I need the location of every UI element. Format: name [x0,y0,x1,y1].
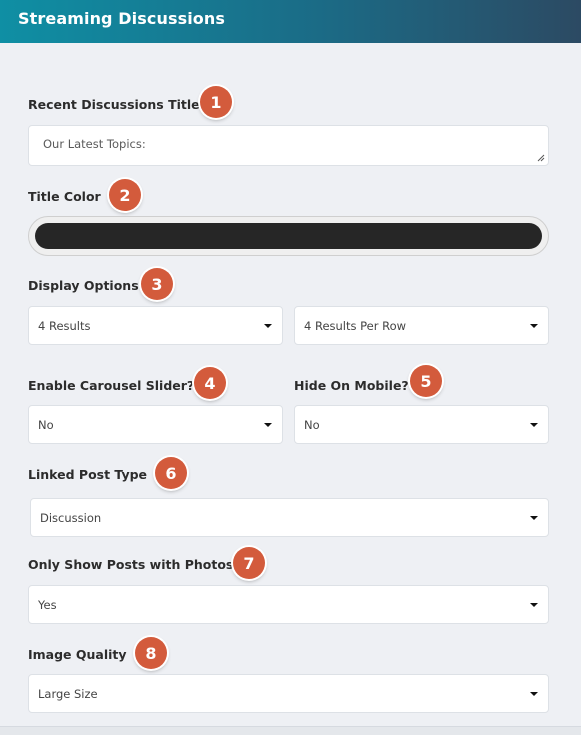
recent-discussions-title-value: Our Latest Topics: [43,137,146,151]
only-photos-select[interactable]: Yes [28,585,549,624]
recent-discussions-title-label: Recent Discussions Title [28,97,200,112]
panel-header: Streaming Discussions [0,0,581,43]
results-count-select[interactable]: 4 Results [28,306,283,345]
enable-carousel-select[interactable]: No [28,405,283,444]
step-badge-6: 6 [155,457,187,489]
results-per-row-select[interactable]: 4 Results Per Row [294,306,549,345]
hide-on-mobile-value: No [304,418,320,432]
title-color-picker[interactable] [28,216,549,256]
step-badge-2: 2 [109,179,141,211]
panel-title: Streaming Discussions [18,9,225,28]
only-photos-value: Yes [38,598,57,612]
enable-carousel-value: No [38,418,54,432]
results-per-row-value: 4 Results Per Row [304,319,407,333]
chevron-down-icon [530,324,538,328]
hide-on-mobile-select[interactable]: No [294,405,549,444]
step-badge-7: 7 [233,547,265,579]
chevron-down-icon [264,324,272,328]
resize-handle-icon[interactable] [537,154,545,162]
image-quality-value: Large Size [38,687,98,701]
linked-post-type-value: Discussion [40,511,102,525]
enable-carousel-label: Enable Carousel Slider? [28,378,195,393]
linked-post-type-label: Linked Post Type [28,467,148,482]
step-badge-3: 3 [141,268,173,300]
title-color-swatch[interactable] [35,223,542,249]
chevron-down-icon [264,423,272,427]
title-color-label: Title Color [28,189,101,204]
image-quality-label: Image Quality [28,647,127,662]
results-count-value: 4 Results [38,319,91,333]
step-badge-8: 8 [135,637,167,669]
hide-on-mobile-label: Hide On Mobile? [294,378,409,393]
step-badge-4: 4 [194,367,226,399]
recent-discussions-title-textarea[interactable]: Our Latest Topics: [28,125,549,166]
step-badge-5: 5 [410,365,442,397]
image-quality-select[interactable]: Large Size [28,674,549,713]
chevron-down-icon [530,692,538,696]
only-photos-label: Only Show Posts with Photos [28,557,234,572]
linked-post-type-select[interactable]: Discussion [30,498,549,537]
chevron-down-icon [530,423,538,427]
step-badge-1: 1 [200,86,232,118]
display-options-label: Display Options [28,278,139,293]
chevron-down-icon [530,603,538,607]
chevron-down-icon [530,516,538,520]
